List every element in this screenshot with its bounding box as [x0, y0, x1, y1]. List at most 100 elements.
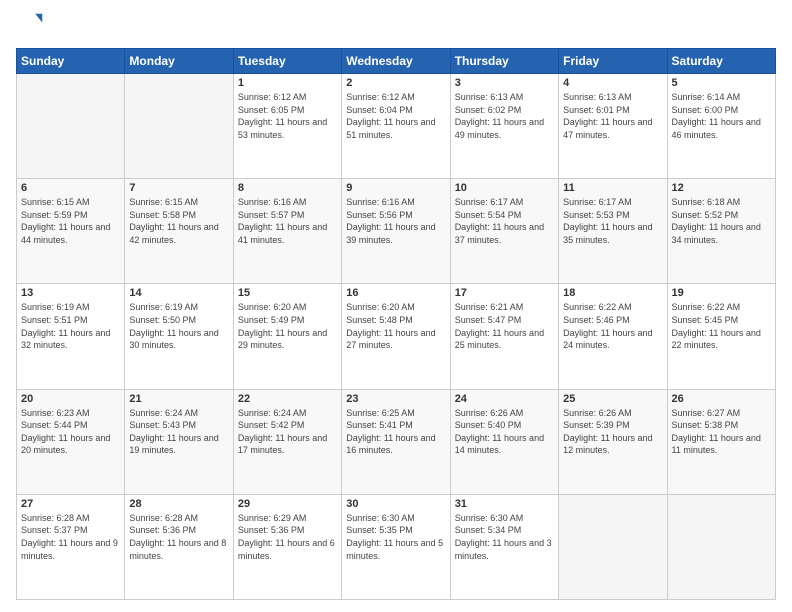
calendar-cell: 9 Sunrise: 6:16 AMSunset: 5:56 PMDaylight…	[342, 179, 450, 284]
day-info: Sunrise: 6:13 AMSunset: 6:01 PMDaylight:…	[563, 91, 662, 141]
calendar-cell: 21 Sunrise: 6:24 AMSunset: 5:43 PMDayligh…	[125, 389, 233, 494]
day-number: 21	[129, 393, 228, 405]
calendar-cell: 10Sunrise: 6:17 AMSunset: 5:54 PMDayligh…	[450, 179, 558, 284]
day-info: Sunrise: 6:14 AMSunset: 6:00 PMDaylight:…	[672, 91, 771, 141]
day-header-wednesday: Wednesday	[342, 49, 450, 74]
calendar-cell: 29Sunrise: 6:29 AMSunset: 5:36 PMDayligh…	[233, 494, 341, 599]
calendar-week-2: 13Sunrise: 6:19 AMSunset: 5:51 PMDayligh…	[17, 284, 776, 389]
day-number: 3	[455, 77, 554, 89]
calendar-cell: 12 Sunrise: 6:18 AMSunset: 5:52 PMDayligh…	[667, 179, 775, 284]
calendar-cell: 31 Sunrise: 6:30 AMSunset: 5:34 PMDayligh…	[450, 494, 558, 599]
calendar-cell: 27 Sunrise: 6:28 AMSunset: 5:37 PMDayligh…	[17, 494, 125, 599]
day-number: 15	[238, 287, 337, 299]
day-info: Sunrise: 6:29 AMSunset: 5:36 PMDaylight:…	[238, 512, 337, 562]
calendar-cell: 24 Sunrise: 6:26 AMSunset: 5:40 PMDayligh…	[450, 389, 558, 494]
calendar-cell: 6Sunrise: 6:15 AMSunset: 5:59 PMDaylight…	[17, 179, 125, 284]
day-number: 30	[346, 498, 445, 510]
calendar-cell: 5Sunrise: 6:14 AMSunset: 6:00 PMDaylight…	[667, 74, 775, 179]
day-number: 19	[672, 287, 771, 299]
day-header-friday: Friday	[559, 49, 667, 74]
day-info: Sunrise: 6:15 AMSunset: 5:59 PMDaylight:…	[21, 196, 120, 246]
calendar-cell: 22 Sunrise: 6:24 AMSunset: 5:42 PMDayligh…	[233, 389, 341, 494]
day-number: 27	[21, 498, 120, 510]
calendar-cell: 11Sunrise: 6:17 AMSunset: 5:53 PMDayligh…	[559, 179, 667, 284]
calendar-body: 1 Sunrise: 6:12 AMSunset: 6:05 PMDaylight…	[17, 74, 776, 600]
calendar-cell: 4 Sunrise: 6:13 AMSunset: 6:01 PMDaylight…	[559, 74, 667, 179]
calendar-week-4: 27 Sunrise: 6:28 AMSunset: 5:37 PMDayligh…	[17, 494, 776, 599]
day-header-saturday: Saturday	[667, 49, 775, 74]
calendar-cell: 19 Sunrise: 6:22 AMSunset: 5:45 PMDayligh…	[667, 284, 775, 389]
calendar-cell: 7 Sunrise: 6:15 AMSunset: 5:58 PMDaylight…	[125, 179, 233, 284]
day-info: Sunrise: 6:25 AMSunset: 5:41 PMDaylight:…	[346, 407, 445, 457]
calendar-week-1: 6Sunrise: 6:15 AMSunset: 5:59 PMDaylight…	[17, 179, 776, 284]
calendar-cell: 16 Sunrise: 6:20 AMSunset: 5:48 PMDayligh…	[342, 284, 450, 389]
calendar-cell	[125, 74, 233, 179]
day-info: Sunrise: 6:24 AMSunset: 5:42 PMDaylight:…	[238, 407, 337, 457]
day-number: 23	[346, 393, 445, 405]
calendar-cell: 1 Sunrise: 6:12 AMSunset: 6:05 PMDaylight…	[233, 74, 341, 179]
day-info: Sunrise: 6:20 AMSunset: 5:48 PMDaylight:…	[346, 301, 445, 351]
day-number: 25	[563, 393, 662, 405]
day-header-tuesday: Tuesday	[233, 49, 341, 74]
day-info: Sunrise: 6:20 AMSunset: 5:49 PMDaylight:…	[238, 301, 337, 351]
day-info: Sunrise: 6:16 AMSunset: 5:57 PMDaylight:…	[238, 196, 337, 246]
logo	[16, 12, 48, 40]
day-info: Sunrise: 6:17 AMSunset: 5:53 PMDaylight:…	[563, 196, 662, 246]
day-info: Sunrise: 6:30 AMSunset: 5:34 PMDaylight:…	[455, 512, 554, 562]
day-info: Sunrise: 6:28 AMSunset: 5:37 PMDaylight:…	[21, 512, 120, 562]
calendar-cell: 26 Sunrise: 6:27 AMSunset: 5:38 PMDayligh…	[667, 389, 775, 494]
day-number: 20	[21, 393, 120, 405]
day-number: 2	[346, 77, 445, 89]
calendar-cell	[667, 494, 775, 599]
day-number: 26	[672, 393, 771, 405]
day-info: Sunrise: 6:27 AMSunset: 5:38 PMDaylight:…	[672, 407, 771, 457]
day-info: Sunrise: 6:16 AMSunset: 5:56 PMDaylight:…	[346, 196, 445, 246]
day-info: Sunrise: 6:26 AMSunset: 5:39 PMDaylight:…	[563, 407, 662, 457]
day-number: 10	[455, 182, 554, 194]
calendar-cell: 30 Sunrise: 6:30 AMSunset: 5:35 PMDayligh…	[342, 494, 450, 599]
day-number: 12	[672, 182, 771, 194]
calendar-cell: 14 Sunrise: 6:19 AMSunset: 5:50 PMDayligh…	[125, 284, 233, 389]
day-number: 18	[563, 287, 662, 299]
day-info: Sunrise: 6:21 AMSunset: 5:47 PMDaylight:…	[455, 301, 554, 351]
day-info: Sunrise: 6:19 AMSunset: 5:51 PMDaylight:…	[21, 301, 120, 351]
day-header-thursday: Thursday	[450, 49, 558, 74]
day-info: Sunrise: 6:12 AMSunset: 6:04 PMDaylight:…	[346, 91, 445, 141]
day-header-sunday: Sunday	[17, 49, 125, 74]
day-number: 14	[129, 287, 228, 299]
day-info: Sunrise: 6:22 AMSunset: 5:45 PMDaylight:…	[672, 301, 771, 351]
day-number: 24	[455, 393, 554, 405]
day-info: Sunrise: 6:18 AMSunset: 5:52 PMDaylight:…	[672, 196, 771, 246]
calendar-cell: 8Sunrise: 6:16 AMSunset: 5:57 PMDaylight…	[233, 179, 341, 284]
calendar-cell: 13Sunrise: 6:19 AMSunset: 5:51 PMDayligh…	[17, 284, 125, 389]
day-info: Sunrise: 6:24 AMSunset: 5:43 PMDaylight:…	[129, 407, 228, 457]
calendar-week-3: 20Sunrise: 6:23 AMSunset: 5:44 PMDayligh…	[17, 389, 776, 494]
day-info: Sunrise: 6:19 AMSunset: 5:50 PMDaylight:…	[129, 301, 228, 351]
header-row: SundayMondayTuesdayWednesdayThursdayFrid…	[17, 49, 776, 74]
calendar-cell: 28Sunrise: 6:28 AMSunset: 5:36 PMDayligh…	[125, 494, 233, 599]
day-number: 7	[129, 182, 228, 194]
calendar-cell: 20Sunrise: 6:23 AMSunset: 5:44 PMDayligh…	[17, 389, 125, 494]
day-number: 31	[455, 498, 554, 510]
day-number: 16	[346, 287, 445, 299]
day-number: 9	[346, 182, 445, 194]
day-number: 4	[563, 77, 662, 89]
day-number: 22	[238, 393, 337, 405]
calendar-week-0: 1 Sunrise: 6:12 AMSunset: 6:05 PMDaylight…	[17, 74, 776, 179]
day-number: 1	[238, 77, 337, 89]
day-info: Sunrise: 6:30 AMSunset: 5:35 PMDaylight:…	[346, 512, 445, 562]
day-info: Sunrise: 6:12 AMSunset: 6:05 PMDaylight:…	[238, 91, 337, 141]
day-number: 17	[455, 287, 554, 299]
calendar-cell: 3 Sunrise: 6:13 AMSunset: 6:02 PMDaylight…	[450, 74, 558, 179]
calendar-header: SundayMondayTuesdayWednesdayThursdayFrid…	[17, 49, 776, 74]
day-header-monday: Monday	[125, 49, 233, 74]
calendar-cell: 23 Sunrise: 6:25 AMSunset: 5:41 PMDayligh…	[342, 389, 450, 494]
calendar-cell	[559, 494, 667, 599]
day-info: Sunrise: 6:15 AMSunset: 5:58 PMDaylight:…	[129, 196, 228, 246]
calendar-cell: 2 Sunrise: 6:12 AMSunset: 6:04 PMDaylight…	[342, 74, 450, 179]
day-info: Sunrise: 6:13 AMSunset: 6:02 PMDaylight:…	[455, 91, 554, 141]
calendar-cell: 25 Sunrise: 6:26 AMSunset: 5:39 PMDayligh…	[559, 389, 667, 494]
day-info: Sunrise: 6:26 AMSunset: 5:40 PMDaylight:…	[455, 407, 554, 457]
day-info: Sunrise: 6:28 AMSunset: 5:36 PMDaylight:…	[129, 512, 228, 562]
calendar-table: SundayMondayTuesdayWednesdayThursdayFrid…	[16, 48, 776, 600]
